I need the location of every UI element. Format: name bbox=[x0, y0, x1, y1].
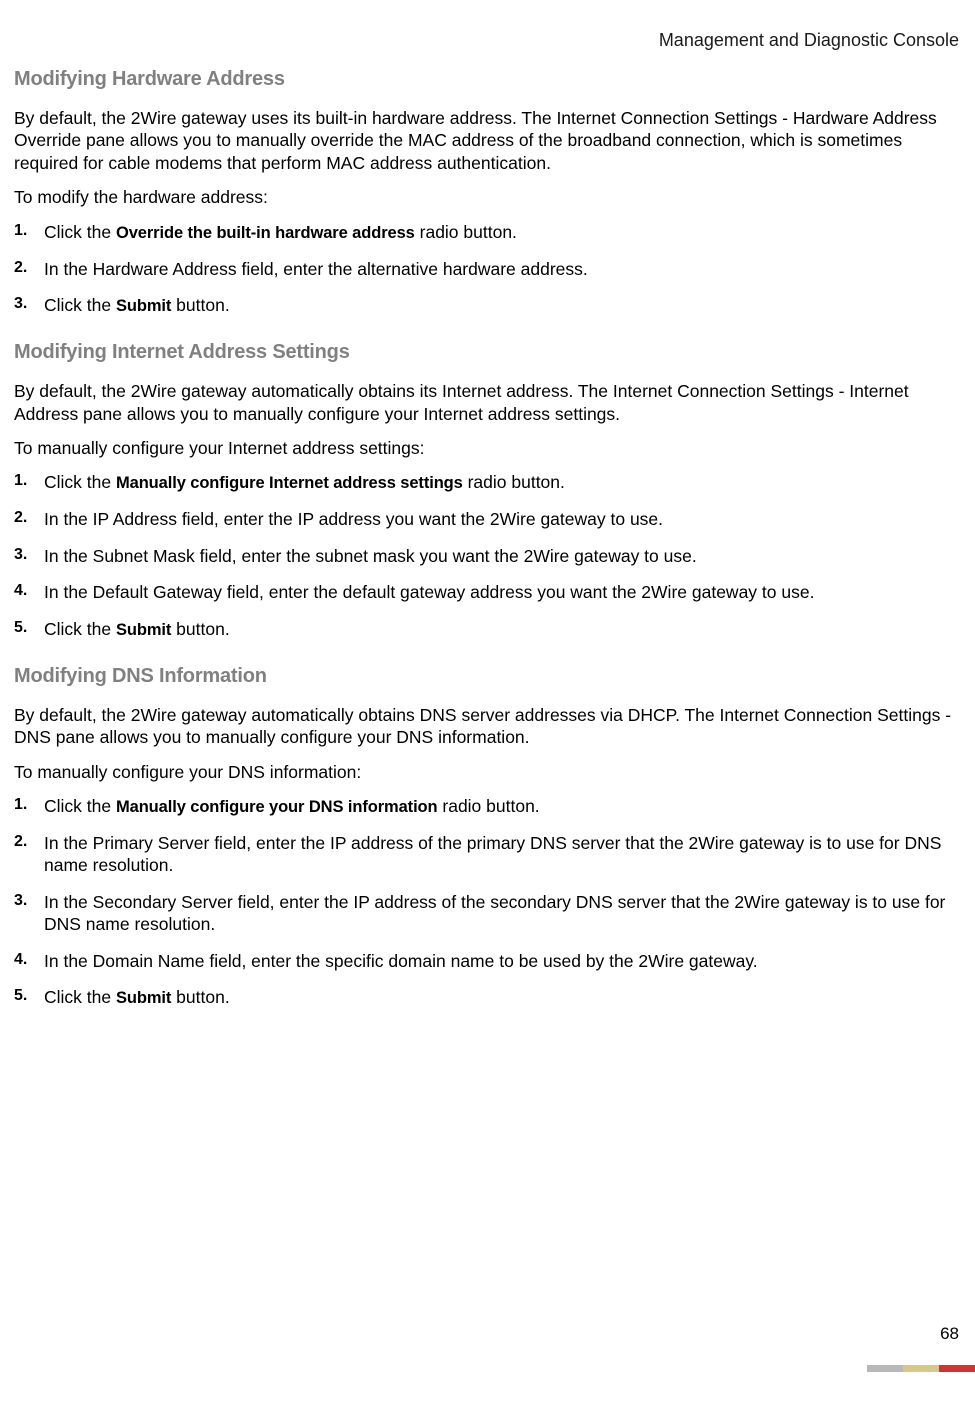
step-text-bold: Submit bbox=[116, 989, 171, 1007]
step-item: In the Primary Server field, enter the I… bbox=[14, 832, 961, 877]
step-text-bold: Manually configure Internet address sett… bbox=[116, 474, 463, 492]
section-hardware-address: Modifying Hardware Address By default, t… bbox=[14, 68, 961, 317]
step-text-post: button. bbox=[171, 295, 229, 315]
page-number: 68 bbox=[940, 1324, 959, 1344]
step-text-post: radio button. bbox=[463, 472, 565, 492]
steps-internet-address: Click the Manually configure Internet ad… bbox=[14, 471, 961, 640]
section-dns-information: Modifying DNS Information By default, th… bbox=[14, 665, 961, 1009]
steps-dns-information: Click the Manually configure your DNS in… bbox=[14, 795, 961, 1009]
step-text-pre: Click the bbox=[44, 222, 116, 242]
heading-internet-address: Modifying Internet Address Settings bbox=[14, 341, 961, 364]
step-text: In the Primary Server field, enter the I… bbox=[44, 833, 941, 875]
step-text-post: radio button. bbox=[415, 222, 517, 242]
step-item: In the Hardware Address field, enter the… bbox=[14, 258, 961, 280]
step-text-bold: Manually configure your DNS information bbox=[116, 798, 438, 816]
step-item: Click the Manually configure Internet ad… bbox=[14, 471, 961, 494]
para-inet-lead: To manually configure your Internet addr… bbox=[14, 437, 961, 459]
para-dns-intro: By default, the 2Wire gateway automatica… bbox=[14, 704, 961, 749]
step-text: In the Domain Name field, enter the spec… bbox=[44, 951, 758, 971]
para-inet-intro: By default, the 2Wire gateway automatica… bbox=[14, 380, 961, 425]
heading-hardware-address: Modifying Hardware Address bbox=[14, 68, 961, 91]
step-text: In the Hardware Address field, enter the… bbox=[44, 259, 588, 279]
para-hw-intro: By default, the 2Wire gateway uses its b… bbox=[14, 107, 961, 174]
step-item: Click the Override the built-in hardware… bbox=[14, 221, 961, 244]
step-item: Click the Submit button. bbox=[14, 294, 961, 317]
step-item: Click the Manually configure your DNS in… bbox=[14, 795, 961, 818]
step-text-pre: Click the bbox=[44, 472, 116, 492]
step-item: Click the Submit button. bbox=[14, 618, 961, 641]
para-dns-lead: To manually configure your DNS informati… bbox=[14, 761, 961, 783]
footer-seg-gray bbox=[867, 1365, 903, 1372]
step-item: In the Subnet Mask field, enter the subn… bbox=[14, 545, 961, 567]
step-item: In the Default Gateway field, enter the … bbox=[14, 581, 961, 603]
step-text: In the Subnet Mask field, enter the subn… bbox=[44, 546, 697, 566]
step-text: In the Default Gateway field, enter the … bbox=[44, 582, 814, 602]
step-text-pre: Click the bbox=[44, 796, 116, 816]
step-text-post: radio button. bbox=[438, 796, 540, 816]
step-text-pre: Click the bbox=[44, 619, 116, 639]
page-content: Modifying Hardware Address By default, t… bbox=[14, 68, 961, 1033]
step-item: In the Secondary Server field, enter the… bbox=[14, 891, 961, 936]
step-text-post: button. bbox=[171, 987, 229, 1007]
section-internet-address: Modifying Internet Address Settings By d… bbox=[14, 341, 961, 641]
step-text: In the IP Address field, enter the IP ad… bbox=[44, 509, 663, 529]
step-text-bold: Override the built-in hardware address bbox=[116, 224, 415, 242]
step-item: In the IP Address field, enter the IP ad… bbox=[14, 508, 961, 530]
footer-seg-red bbox=[939, 1365, 975, 1372]
page-header-title: Management and Diagnostic Console bbox=[659, 30, 959, 51]
heading-dns-information: Modifying DNS Information bbox=[14, 665, 961, 688]
step-text-pre: Click the bbox=[44, 295, 116, 315]
step-text-post: button. bbox=[171, 619, 229, 639]
step-text-bold: Submit bbox=[116, 297, 171, 315]
footer-color-bar bbox=[867, 1365, 975, 1372]
steps-hardware-address: Click the Override the built-in hardware… bbox=[14, 221, 961, 318]
step-item: Click the Submit button. bbox=[14, 986, 961, 1009]
step-text-pre: Click the bbox=[44, 987, 116, 1007]
step-item: In the Domain Name field, enter the spec… bbox=[14, 950, 961, 972]
step-text: In the Secondary Server field, enter the… bbox=[44, 892, 945, 934]
para-hw-lead: To modify the hardware address: bbox=[14, 186, 961, 208]
footer-seg-tan bbox=[903, 1365, 939, 1372]
step-text-bold: Submit bbox=[116, 621, 171, 639]
